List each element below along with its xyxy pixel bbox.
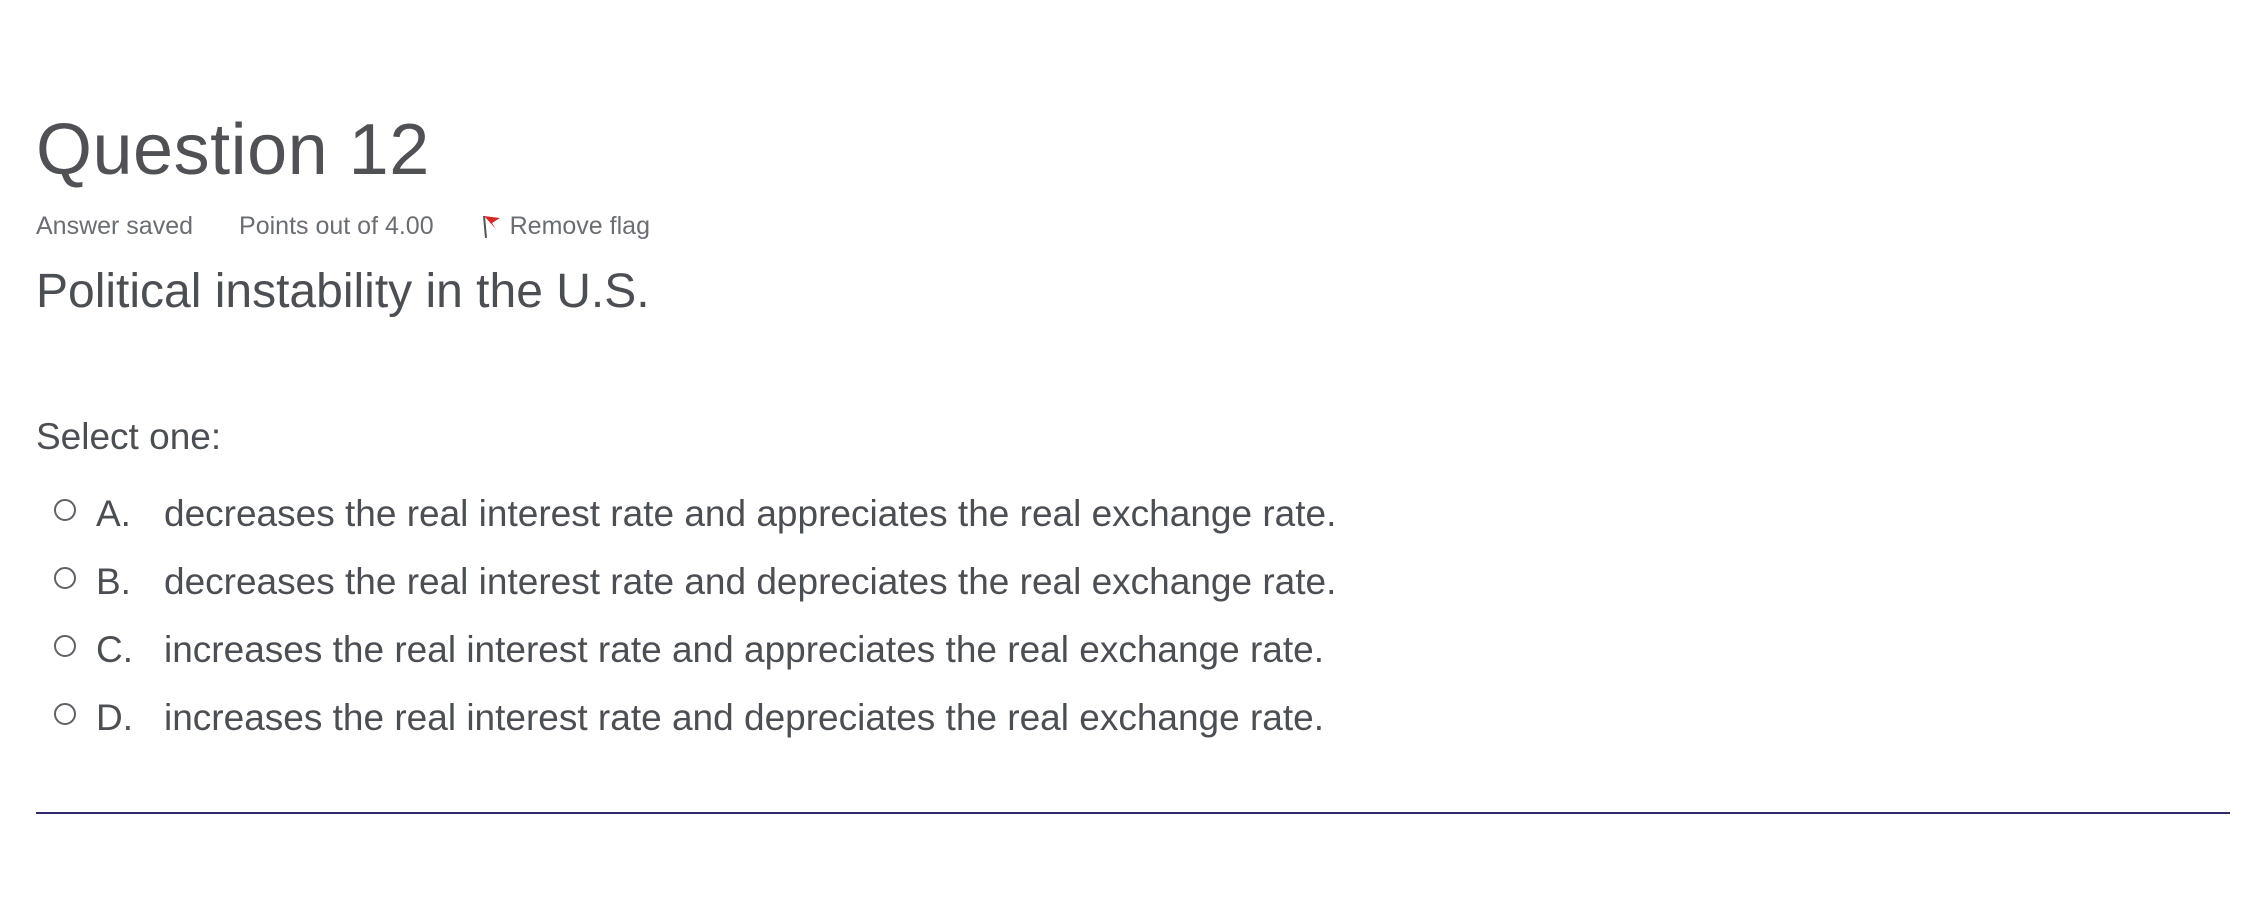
answer-letter: C. bbox=[96, 629, 133, 670]
answer-text: increases the real interest rate and app… bbox=[164, 629, 1325, 670]
answer-text: increases the real interest rate and dep… bbox=[164, 697, 1325, 738]
radio-button[interactable] bbox=[54, 499, 76, 521]
radio-button[interactable] bbox=[54, 703, 76, 725]
question-points: Points out of 4.00 bbox=[239, 211, 434, 240]
answer-option-c[interactable]: C. increases the real interest rate and … bbox=[54, 616, 1336, 684]
radio-button[interactable] bbox=[54, 635, 76, 657]
answer-text: decreases the real interest rate and dep… bbox=[164, 561, 1337, 602]
answer-text: decreases the real interest rate and app… bbox=[164, 493, 1337, 534]
answer-list: A. decreases the real interest rate and … bbox=[54, 480, 1336, 752]
question-title: Question 12 bbox=[36, 110, 430, 190]
answer-option-a[interactable]: A. decreases the real interest rate and … bbox=[54, 480, 1336, 548]
answer-option-b[interactable]: B. decreases the real interest rate and … bbox=[54, 548, 1336, 616]
select-prompt: Select one: bbox=[36, 416, 222, 457]
question-text: Political instability in the U.S. bbox=[36, 265, 650, 318]
radio-button[interactable] bbox=[54, 567, 76, 589]
answer-option-d[interactable]: D. increases the real interest rate and … bbox=[54, 684, 1336, 752]
section-divider bbox=[36, 812, 2230, 814]
answer-letter: D. bbox=[96, 697, 133, 738]
answer-status: Answer saved bbox=[36, 211, 194, 240]
remove-flag-label: Remove flag bbox=[509, 211, 650, 240]
answer-letter: B. bbox=[96, 561, 131, 602]
flag-icon bbox=[480, 212, 502, 240]
answer-letter: A. bbox=[96, 493, 131, 534]
question-info: Answer saved Points out of 4.00 Remove f… bbox=[36, 210, 650, 242]
remove-flag-link[interactable]: Remove flag bbox=[480, 212, 650, 241]
